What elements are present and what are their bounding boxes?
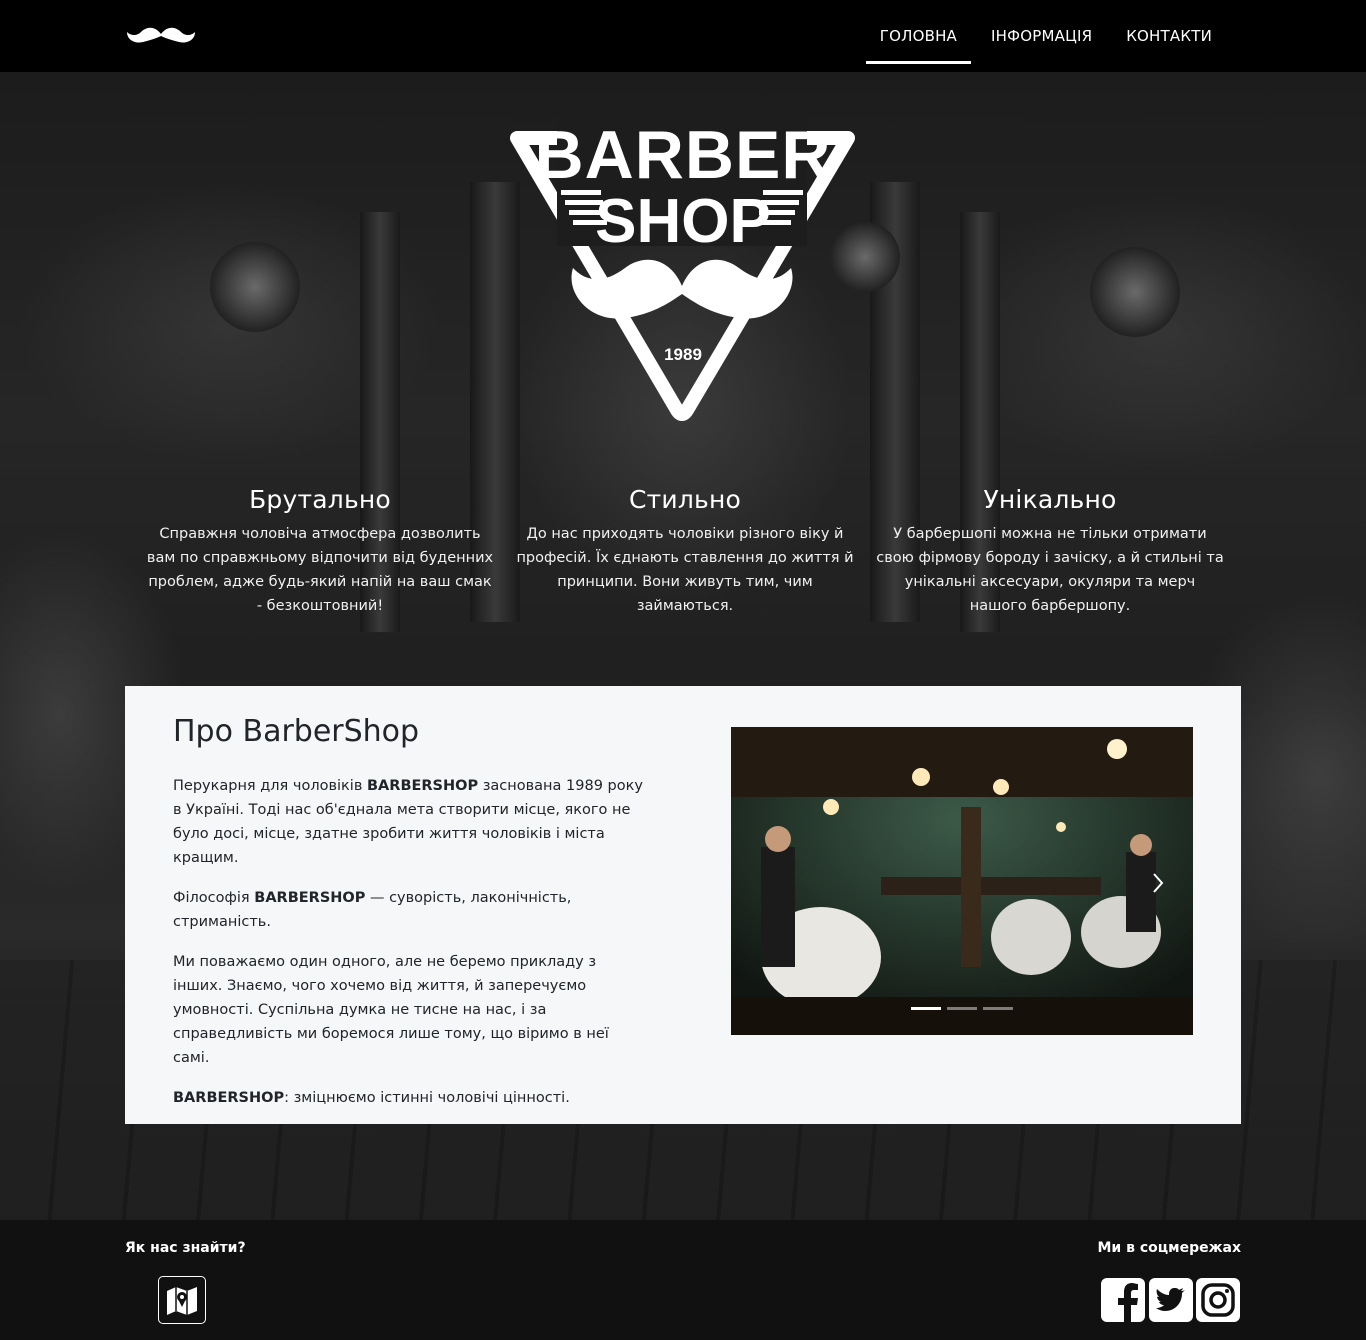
feature-title: Брутально [249,485,391,514]
about-paragraph-3: Ми поважаємо один одного, але не беремо … [173,954,609,1066]
feature-stylish: Стильно До нас приходять чоловіки різног… [510,485,860,618]
twitter-icon[interactable] [1149,1278,1193,1322]
nav-links: ГОЛОВНА ІНФОРМАЦІЯ КОНТАКТИ [860,0,1226,72]
mustache-logo-icon[interactable] [125,22,197,52]
about-section: Про BarberShop Перукарня для чоловіків B… [125,686,1241,1124]
feature-unique: Унікально У барбершопі можна не тільки о… [875,485,1225,618]
carousel-indicators [731,1007,1193,1010]
logo-text-barber: BARBER [535,118,832,193]
barbershop-logo: BARBER SHOP 1989 [510,118,855,421]
about-title: Про BarberShop [173,714,420,749]
navbar: ГОЛОВНА ІНФОРМАЦІЯ КОНТАКТИ [0,0,1366,72]
facebook-icon[interactable] [1101,1278,1145,1322]
carousel-indicator[interactable] [983,1007,1013,1010]
logo-text-year: 1989 [664,345,702,364]
feature-text: Справжня чоловіча атмосфера дозволить ва… [146,526,494,614]
logo-text-shop: SHOP [595,187,771,256]
nav-link-contacts[interactable]: КОНТАКТИ [1112,8,1226,64]
barbershop-photo [731,727,1193,1035]
feature-title: Стильно [628,485,742,514]
nav-link-home[interactable]: ГОЛОВНА [865,8,972,64]
about-paragraph-4: BARBERSHOP: зміцнюємо істинні чоловічі ц… [173,1090,570,1106]
instagram-icon[interactable] [1196,1278,1240,1322]
nav-link-info[interactable]: ІНФОРМАЦІЯ [977,8,1106,64]
map-icon [167,1287,197,1315]
feature-title: Унікально [983,485,1117,514]
feature-text: У барбершопі можна не тільки отримати св… [876,526,1224,614]
feature-brutal: Брутально Справжня чоловіча атмосфера до… [145,485,495,618]
photo-carousel[interactable] [731,727,1193,1035]
about-text: Перукарня для чоловіків BARBERSHOP засно… [173,774,643,1126]
carousel-next-icon[interactable] [1151,872,1165,894]
carousel-indicator[interactable] [911,1007,941,1010]
about-paragraph-2: Філософія BARBERSHOP — суворість, лаконі… [173,890,572,930]
find-us-title: Як нас знайти? [125,1240,246,1256]
about-paragraph-1: Перукарня для чоловіків BARBERSHOP засно… [173,778,643,866]
footer: Як нас знайти? Ми в соцмережах [0,1220,1366,1340]
social-title: Ми в соцмережах [1097,1240,1241,1256]
feature-text: До нас приходять чоловіки різного віку й… [516,526,854,614]
features-section: Брутально Справжня чоловіча атмосфера до… [145,485,1225,618]
map-button[interactable] [158,1276,206,1324]
carousel-indicator[interactable] [947,1007,977,1010]
